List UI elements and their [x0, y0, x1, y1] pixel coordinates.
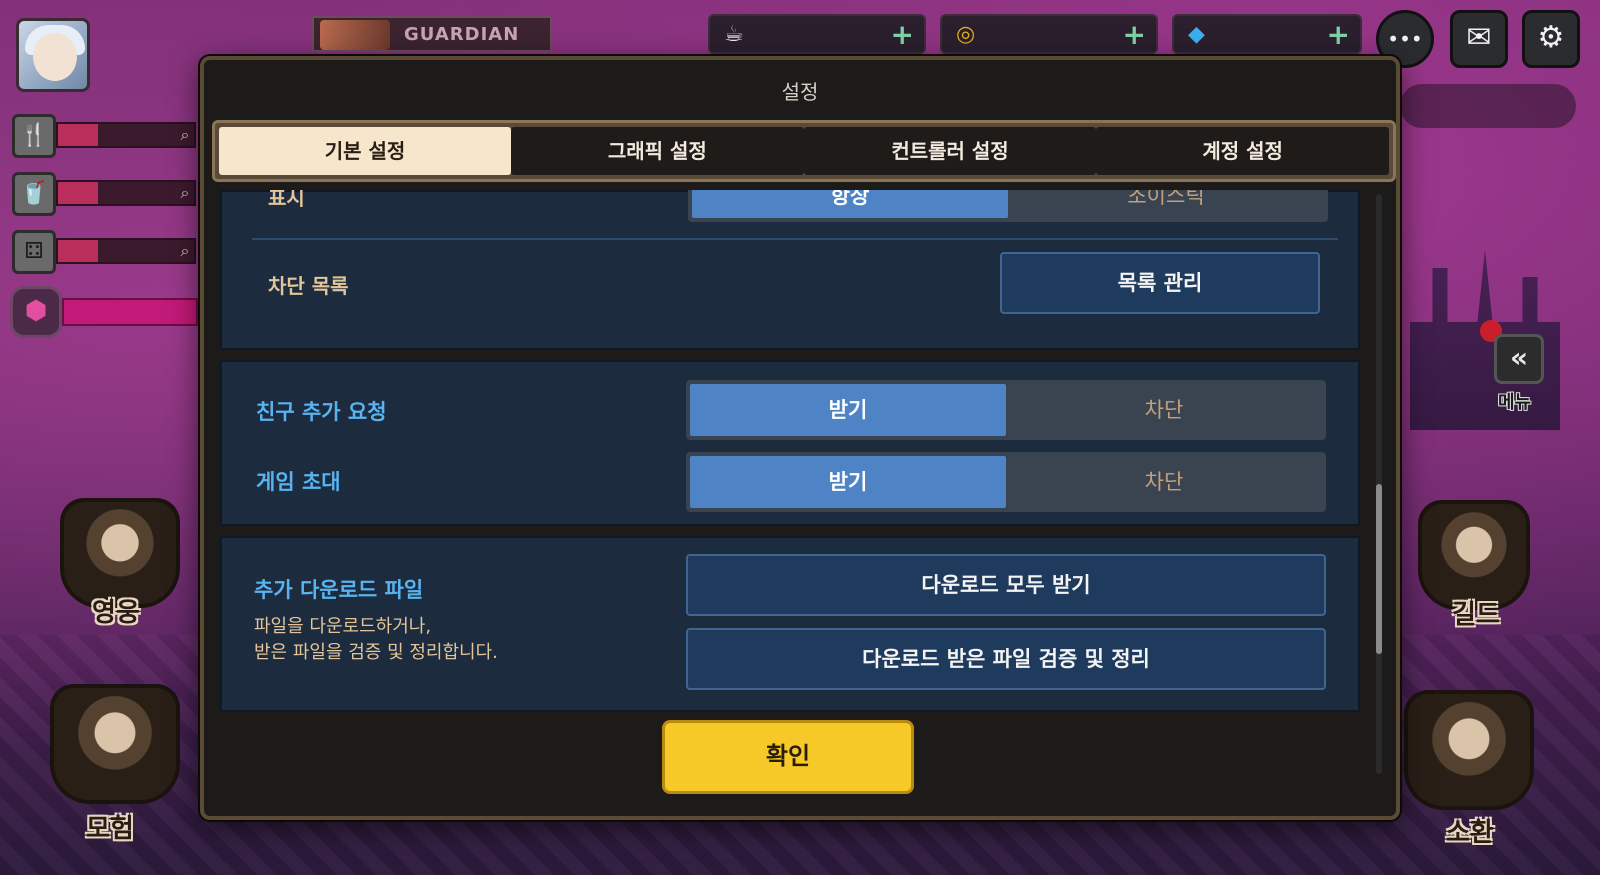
menu-button[interactable]: «: [1494, 334, 1544, 384]
chevrons-left-icon: «: [1509, 341, 1529, 374]
friend-request-toggle[interactable]: 받기 차단: [686, 380, 1326, 440]
game-invite-toggle[interactable]: 받기 차단: [686, 452, 1326, 512]
social-section: 친구 추가 요청 받기 차단 게임 초대 받기 차단: [220, 360, 1360, 526]
download-all-button[interactable]: 다운로드 모두 받기: [686, 554, 1326, 616]
manage-list-button[interactable]: 목록 관리: [1000, 252, 1320, 314]
settings-button[interactable]: ⚙: [1522, 10, 1580, 68]
gem-icon: ◆: [1188, 22, 1205, 47]
search-icon[interactable]: ⌕: [172, 238, 198, 264]
currency-gem[interactable]: ◆ +: [1172, 14, 1362, 54]
friend-request-block[interactable]: 차단: [1006, 384, 1322, 436]
gold-coin-icon: ◎: [956, 22, 976, 47]
banner-text: GUARDIAN: [404, 24, 520, 45]
add-coffee-button[interactable]: +: [891, 20, 914, 50]
adventure-emblem-icon[interactable]: [50, 684, 180, 804]
display-option-always[interactable]: 항상: [692, 190, 1008, 218]
avatar-face: [33, 33, 77, 81]
gear-icon: ⚙: [1537, 20, 1565, 55]
tab-controller[interactable]: 컨트롤러 설정: [803, 127, 1097, 175]
search-icon[interactable]: ⌕: [172, 122, 198, 148]
crystal-slot[interactable]: ⬢: [10, 286, 62, 338]
modal-title: 설정: [781, 80, 819, 104]
download-desc-line2: 받은 파일을 검증 및 정리합니다.: [254, 642, 498, 663]
hud-strip: [1400, 84, 1576, 128]
section-divider: [252, 238, 1338, 240]
tab-basic[interactable]: 기본 설정: [219, 127, 511, 175]
settings-content[interactable]: 표시 항상 조이스틱 차단 목록 목록 관리 친구 추가 요청 받기 차단 게임…: [212, 190, 1368, 778]
hero-label[interactable]: 영웅: [92, 592, 140, 629]
food-slot[interactable]: 🍴: [12, 114, 56, 158]
friend-request-accept[interactable]: 받기: [690, 384, 1006, 436]
tab-graphics[interactable]: 그래픽 설정: [511, 127, 804, 175]
verify-files-button[interactable]: 다운로드 받은 파일 검증 및 정리: [686, 628, 1326, 690]
add-gold-button[interactable]: +: [1123, 20, 1146, 50]
privacy-section: 표시 항상 조이스틱 차단 목록 목록 관리: [220, 190, 1360, 350]
coffee-icon: ☕: [724, 22, 744, 47]
download-desc-line1: 파일을 다운로드하거나,: [254, 616, 432, 637]
settings-modal: 설정 기본 설정 그래픽 설정 컨트롤러 설정 계정 설정 표시 항상 조이스틱…: [200, 56, 1400, 820]
add-gem-button[interactable]: +: [1327, 20, 1350, 50]
drink-slot[interactable]: 🥤: [12, 172, 56, 216]
block-list-label: 차단 목록: [268, 274, 349, 298]
banner-portrait: [320, 20, 390, 50]
confirm-button[interactable]: 확인: [662, 720, 914, 794]
search-icon[interactable]: ⌕: [172, 180, 198, 206]
download-label: 추가 다운로드 파일: [254, 578, 424, 602]
menu-label: 메뉴: [1498, 392, 1532, 413]
tab-account[interactable]: 계정 설정: [1096, 127, 1390, 175]
adventure-label[interactable]: 모험: [86, 808, 134, 845]
download-section: 추가 다운로드 파일 파일을 다운로드하거나, 받은 파일을 검증 및 정리합니…: [220, 536, 1360, 712]
crystal-icon: ⬢: [24, 296, 48, 326]
scrollbar-thumb[interactable]: [1376, 484, 1382, 654]
display-label: 표시: [268, 190, 305, 210]
chat-icon: •••: [1387, 27, 1423, 51]
summon-emblem-icon[interactable]: [1404, 690, 1534, 810]
settings-tabs: 기본 설정 그래픽 설정 컨트롤러 설정 계정 설정: [212, 120, 1396, 182]
display-toggle[interactable]: 항상 조이스틱: [688, 190, 1328, 222]
friend-request-label: 친구 추가 요청: [256, 400, 387, 424]
game-invite-block[interactable]: 차단: [1006, 456, 1322, 508]
display-option-joystick[interactable]: 조이스틱: [1008, 190, 1324, 218]
mail-button[interactable]: ✉: [1450, 10, 1508, 68]
game-invite-label: 게임 초대: [256, 470, 341, 494]
dice-slot[interactable]: ⚃: [12, 230, 56, 274]
player-avatar[interactable]: [16, 18, 90, 92]
currency-coffee[interactable]: ☕ +: [708, 14, 926, 54]
fork-knife-icon: 🍴: [20, 123, 48, 148]
crystal-bar: [62, 298, 198, 326]
content-scrollbar[interactable]: [1376, 194, 1382, 774]
dice-icon: ⚃: [24, 239, 44, 264]
mail-icon: ✉: [1466, 20, 1492, 55]
summon-label[interactable]: 소환: [1446, 812, 1494, 849]
currency-gold[interactable]: ◎ +: [940, 14, 1158, 54]
cup-icon: 🥤: [20, 181, 48, 206]
guardian-banner[interactable]: GUARDIAN: [312, 16, 552, 52]
guild-label[interactable]: 길드: [1452, 594, 1500, 631]
game-invite-accept[interactable]: 받기: [690, 456, 1006, 508]
